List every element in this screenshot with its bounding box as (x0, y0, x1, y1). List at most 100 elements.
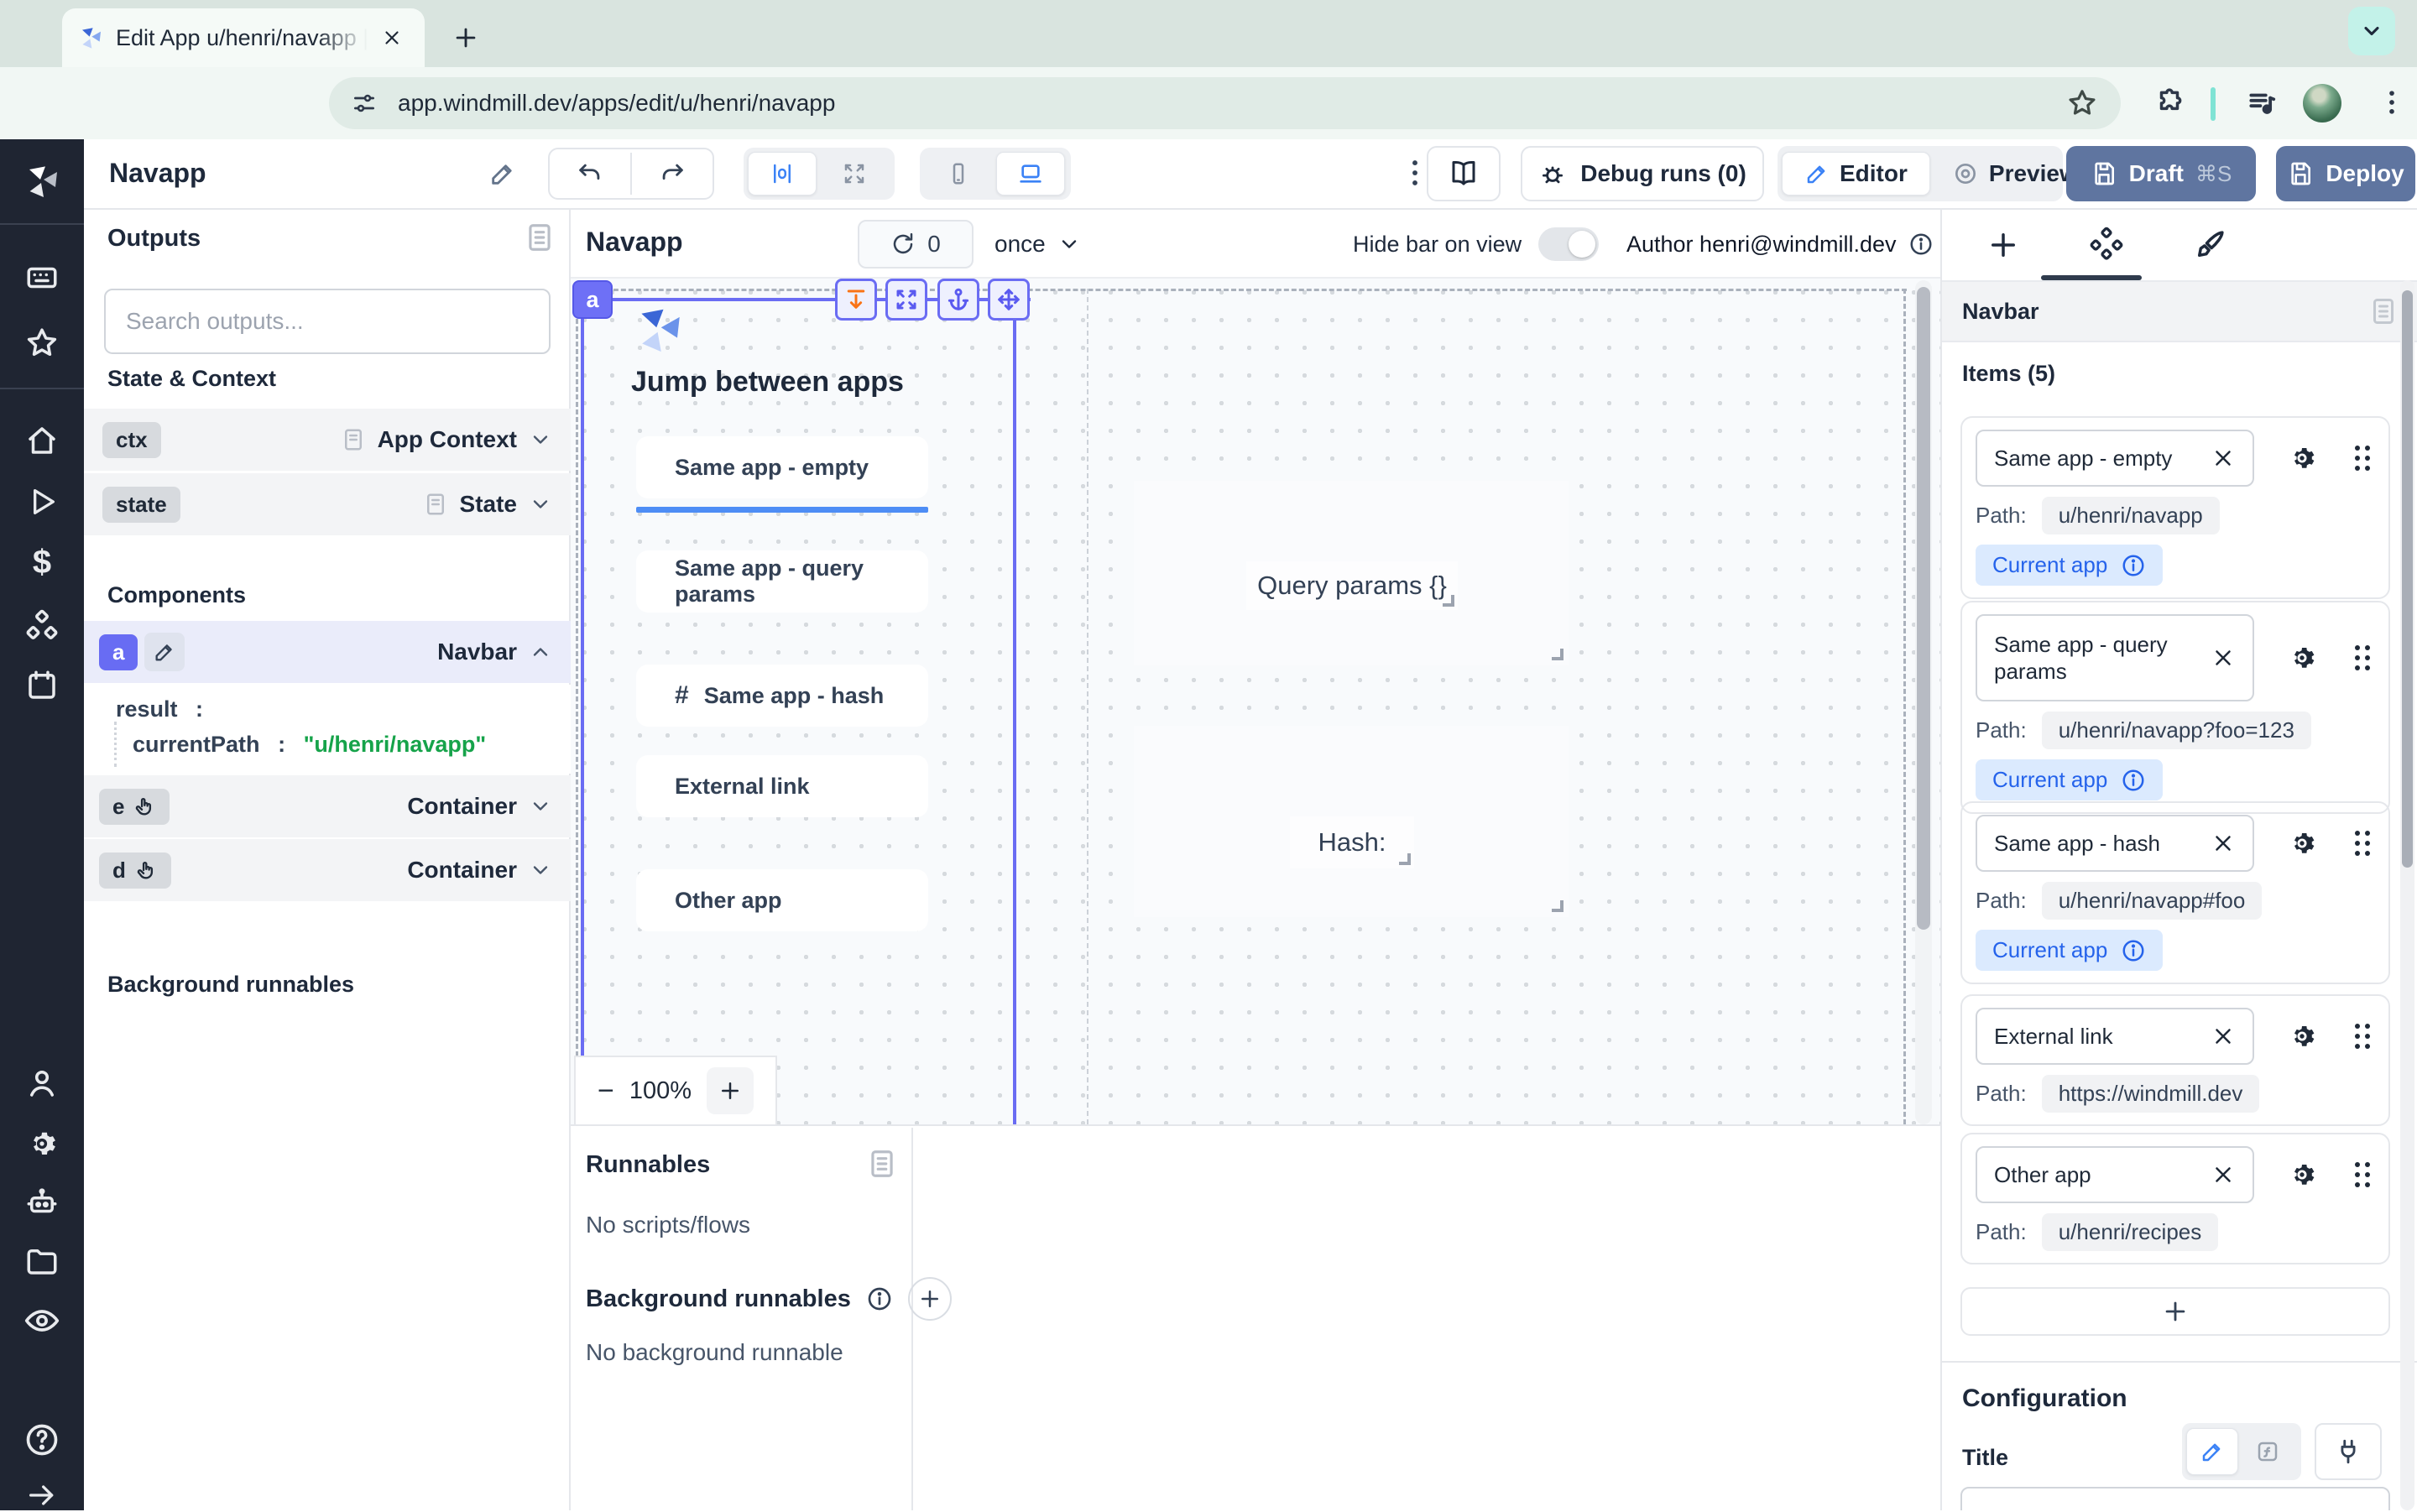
help-icon[interactable] (23, 1421, 60, 1458)
undo-icon[interactable] (550, 153, 632, 195)
item-settings-gear-icon[interactable] (2286, 1020, 2318, 1052)
editor-tab[interactable]: Editor (1782, 152, 1930, 196)
add-item-button[interactable] (1960, 1287, 2390, 1336)
apps-keyboard-icon[interactable] (24, 260, 60, 295)
runs-play-icon[interactable] (25, 485, 59, 519)
docs-book-button[interactable] (1427, 146, 1501, 201)
zoom-out-icon[interactable]: − (598, 1075, 614, 1108)
navbar-item-button[interactable]: Same app - query params (636, 550, 928, 613)
browser-menu-dots-icon[interactable] (2375, 86, 2409, 119)
output-row-component-d[interactable]: d Container (84, 839, 571, 901)
resize-handle[interactable] (1552, 900, 1563, 912)
item-label-input[interactable]: Same app - query params (1976, 614, 2254, 701)
schedule-dropdown[interactable]: once (994, 220, 1081, 269)
navbar-item-button[interactable]: External link (636, 755, 928, 817)
clear-label-icon[interactable] (2211, 645, 2236, 670)
function-mode-button[interactable] (2242, 1428, 2294, 1475)
anchor-component-icon[interactable] (937, 279, 979, 321)
redo-icon[interactable] (632, 153, 713, 195)
component-a-pencil-icon[interactable] (144, 633, 185, 671)
browser-profile-avatar[interactable] (2303, 84, 2341, 123)
app-canvas[interactable]: a Jump between apps Same app - emptySame… (571, 279, 1940, 1126)
styling-brush-tab[interactable] (2192, 227, 2227, 263)
runnables-doc-icon[interactable] (866, 1148, 898, 1180)
item-settings-gear-icon[interactable] (2286, 442, 2318, 474)
output-row-state[interactable]: state State (84, 473, 571, 535)
fill-height-icon[interactable] (835, 279, 877, 321)
desktop-view-button[interactable] (996, 152, 1065, 196)
container-query-params[interactable]: Query params {} (1134, 481, 1569, 665)
clear-label-icon[interactable] (2211, 1024, 2236, 1049)
info-icon[interactable] (2121, 768, 2146, 793)
debug-runs-button[interactable]: Debug runs (0) (1521, 146, 1764, 201)
item-label-input[interactable]: Same app - empty (1976, 430, 2254, 487)
component-settings-tab[interactable] (2088, 227, 2125, 263)
fullwidth-layout-button[interactable] (820, 152, 889, 196)
item-path-value[interactable]: u/henri/navapp?foo=123 (2042, 712, 2311, 749)
panel-scrollbar[interactable] (2400, 280, 2414, 1510)
item-label-input[interactable]: Same app - hash (1976, 815, 2254, 872)
ctx-chevron-down-icon[interactable] (529, 428, 552, 451)
item-path-value[interactable]: u/henri/recipes (2042, 1213, 2219, 1251)
tab-close-icon[interactable] (381, 27, 403, 49)
canvas-scrollbar[interactable] (1915, 280, 1932, 1124)
outputs-doc-icon[interactable] (524, 222, 556, 253)
draft-button[interactable]: Draft ⌘S (2066, 146, 2256, 201)
item-settings-gear-icon[interactable] (2286, 642, 2318, 674)
output-row-component-a[interactable]: a Navbar (84, 621, 571, 683)
windmill-logo-icon[interactable] (22, 161, 62, 201)
refresh-count-button[interactable]: 0 (858, 220, 974, 269)
item-path-value[interactable]: u/henri/navapp#foo (2042, 882, 2263, 920)
item-label-input[interactable]: External link (1976, 1008, 2254, 1065)
extensions-puzzle-icon[interactable] (2153, 87, 2185, 119)
item-path-value[interactable]: u/henri/navapp (2042, 497, 2220, 534)
workers-robot-icon[interactable] (24, 1185, 60, 1220)
new-tab-icon[interactable] (452, 23, 480, 52)
item-drag-handle[interactable] (2355, 446, 2370, 471)
item-drag-handle[interactable] (2355, 1024, 2370, 1049)
state-chevron-down-icon[interactable] (529, 493, 552, 516)
favorites-star-icon[interactable] (24, 326, 60, 361)
component-d-chevron-down-icon[interactable] (529, 858, 552, 882)
add-background-runnable-button[interactable] (908, 1277, 952, 1321)
browser-menu-chip[interactable] (2348, 7, 2395, 55)
resize-handle[interactable] (1552, 649, 1563, 660)
mobile-view-button[interactable] (924, 152, 993, 196)
media-playlist-icon[interactable] (2246, 87, 2278, 119)
home-icon[interactable] (24, 423, 60, 458)
users-icon[interactable] (24, 1066, 60, 1101)
expand-sidebar-arrow-icon[interactable] (25, 1478, 59, 1512)
move-component-icon[interactable] (988, 279, 1030, 321)
centered-layout-button[interactable] (748, 152, 817, 196)
selected-component-badge[interactable]: a (572, 280, 613, 319)
hide-bar-toggle[interactable] (1538, 227, 1599, 261)
bookmark-star-icon[interactable] (2066, 87, 2098, 119)
item-drag-handle[interactable] (2355, 831, 2370, 856)
clear-label-icon[interactable] (2211, 1162, 2236, 1187)
info-icon[interactable] (2121, 938, 2146, 963)
zoom-in-icon[interactable] (707, 1067, 754, 1114)
container-hash[interactable]: Hash: (1134, 726, 1569, 917)
item-settings-gear-icon[interactable] (2286, 827, 2318, 859)
info-icon[interactable] (2121, 553, 2146, 578)
title-field-input[interactable] (1960, 1487, 2390, 1510)
rename-pencil-icon[interactable] (488, 159, 517, 188)
connect-plug-button[interactable] (2315, 1423, 2382, 1480)
static-value-pencil-button[interactable] (2186, 1428, 2238, 1475)
output-row-ctx[interactable]: ctx App Context (84, 409, 571, 471)
browser-tab[interactable]: Edit App u/henri/navapp | Win (62, 8, 425, 67)
item-drag-handle[interactable] (2355, 645, 2370, 670)
search-outputs-input[interactable] (104, 289, 551, 354)
resize-handle[interactable] (1443, 595, 1454, 607)
expand-component-icon[interactable] (885, 279, 927, 321)
navbar-item-button[interactable]: #Same app - hash (636, 665, 928, 727)
clear-label-icon[interactable] (2211, 831, 2236, 856)
output-row-component-e[interactable]: e Container (84, 775, 571, 837)
component-e-chevron-down-icon[interactable] (529, 795, 552, 818)
clear-label-icon[interactable] (2211, 446, 2236, 471)
site-settings-icon[interactable] (351, 90, 378, 117)
item-settings-gear-icon[interactable] (2286, 1159, 2318, 1191)
url-bar[interactable]: app.windmill.dev/apps/edit/u/henri/navap… (329, 77, 2121, 129)
insert-component-tab[interactable] (1986, 227, 2021, 263)
item-label-input[interactable]: Other app (1976, 1146, 2254, 1203)
